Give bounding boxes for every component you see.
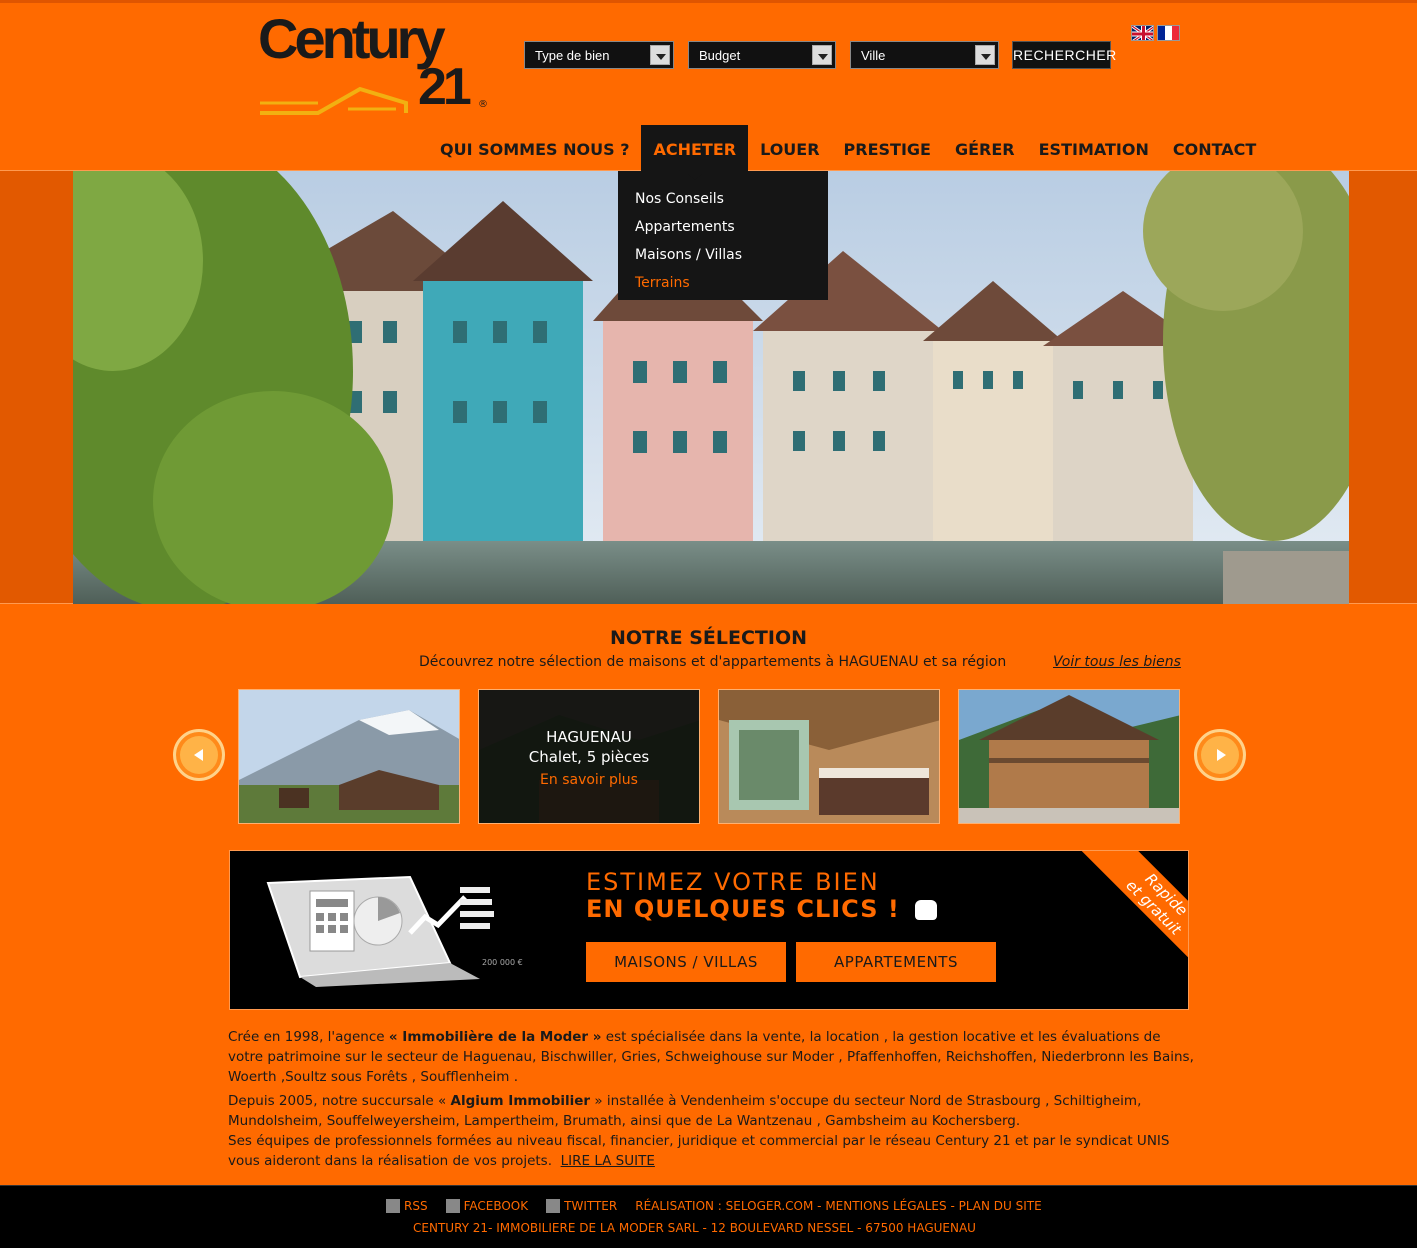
chevron-down-icon [650, 45, 670, 65]
property-photo [959, 690, 1179, 823]
agency-name: « Immobilière de la Moder » [388, 1029, 602, 1045]
chevron-down-icon [812, 45, 832, 65]
budget-select[interactable]: Budget [688, 41, 836, 69]
nav-prestige[interactable]: PRESTIGE [832, 125, 943, 174]
search-button[interactable]: RECHERCHER [1012, 41, 1116, 69]
chevron-down-icon [975, 45, 995, 65]
city-select[interactable]: Ville [850, 41, 999, 69]
footer-address: CENTURY 21- IMMOBILIERE DE LA MODER SARL… [413, 1221, 976, 1235]
budget-value: Budget [699, 48, 741, 63]
property-type-value: Type de bien [535, 48, 610, 63]
registered-mark: ® [478, 99, 488, 110]
selection-subtitle: Découvrez notre sélection de maisons et … [419, 654, 1007, 670]
nav-about[interactable]: QUI SOMMES NOUS ? [428, 125, 641, 174]
footer-links: RSS FACEBOOK TWITTER RÉALISATION : SELOG… [386, 1199, 1042, 1213]
english-flag-icon[interactable] [1131, 25, 1154, 41]
about-paragraph-3: Ses équipes de professionnels formées au… [228, 1131, 1198, 1171]
about-text: Ses équipes de professionnels formées au… [228, 1133, 1170, 1169]
property-city: HAGUENAU [546, 728, 632, 746]
dropdown-item-land[interactable]: Terrains [618, 269, 828, 297]
carousel-next-icon[interactable] [1194, 729, 1246, 781]
dropdown-item-advice[interactable]: Nos Conseils [618, 185, 828, 213]
property-card-featured[interactable]: HAGUENAU Chalet, 5 pièces En savoir plus [478, 689, 700, 824]
property-card[interactable] [238, 689, 460, 824]
nav-rent[interactable]: LOUER [748, 125, 831, 174]
main-navigation: QUI SOMMES NOUS ? ACHETER LOUER PRESTIGE… [428, 125, 1268, 180]
branch-name: Algium Immobilier [450, 1093, 591, 1109]
facebook-link[interactable]: FACEBOOK [464, 1199, 529, 1213]
about-text: Crée en 1998, l'agence [228, 1029, 389, 1045]
learn-more-link[interactable]: En savoir plus [479, 772, 699, 788]
separator: - [946, 1199, 959, 1213]
selection-title: NOTRE SÉLECTION [609, 627, 807, 649]
logo-wordmark: Century [258, 7, 446, 70]
legal-link[interactable]: MENTIONS LÉGALES [825, 1199, 946, 1213]
twitter-link[interactable]: TWITTER [564, 1199, 617, 1213]
sitemap-link[interactable]: PLAN DU SITE [959, 1199, 1042, 1213]
logo-roof-icon [260, 86, 408, 115]
nav-estimation[interactable]: ESTIMATION [1027, 125, 1161, 174]
property-card[interactable] [958, 689, 1180, 824]
facebook-icon [445, 1199, 460, 1213]
view-all-link[interactable]: Voir tous les biens [1053, 654, 1181, 670]
property-card[interactable] [718, 689, 940, 824]
nav-buy[interactable]: ACHETER [641, 125, 749, 180]
about-paragraph-2: Depuis 2005, notre succursale « Algium I… [228, 1091, 1198, 1131]
property-photo [719, 690, 939, 823]
century21-logo[interactable]: Century 21 ® [258, 11, 490, 115]
rss-icon [386, 1199, 400, 1213]
estimate-banner: 200 000 € ESTIMEZ VOTRE BIEN EN QUELQUES… [229, 850, 1189, 1010]
logo-number: 21 [418, 58, 472, 116]
property-overlay: HAGUENAU Chalet, 5 pièces En savoir plus [479, 690, 699, 823]
property-photo [239, 690, 459, 823]
fast-free-ribbon: Rapide et gratuit [1068, 851, 1188, 993]
rss-link[interactable]: RSS [404, 1199, 428, 1213]
property-type-select[interactable]: Type de bien [524, 41, 674, 69]
about-paragraph-1: Crée en 1998, l'agence « Immobilière de … [228, 1027, 1198, 1087]
site-header: Century 21 ® Type de bien Budget Ville R… [0, 0, 1417, 180]
nav-contact[interactable]: CONTACT [1161, 125, 1268, 174]
about-section: Crée en 1998, l'agence « Immobilière de … [228, 1027, 1198, 1175]
property-type: Chalet, 5 pièces [528, 748, 650, 766]
dropdown-item-apartments[interactable]: Appartements [618, 213, 828, 241]
site-footer: RSS FACEBOOK TWITTER RÉALISATION : SELOG… [0, 1185, 1417, 1248]
ribbon-wrapper: Rapide et gratuit [230, 851, 1188, 1009]
french-flag-icon[interactable] [1157, 25, 1180, 41]
read-more-link[interactable]: LIRE LA SUITE [561, 1153, 655, 1169]
dropdown-item-houses[interactable]: Maisons / Villas [618, 241, 828, 269]
buy-dropdown-menu: Nos Conseils Appartements Maisons / Vill… [618, 171, 828, 300]
separator: - [813, 1199, 826, 1213]
city-value: Ville [861, 48, 886, 63]
nav-manage[interactable]: GÉRER [943, 125, 1027, 174]
carousel-prev-icon[interactable] [173, 729, 225, 781]
realisation-link[interactable]: RÉALISATION : SELOGER.COM [635, 1199, 813, 1213]
about-text: Depuis 2005, notre succursale « [228, 1093, 451, 1109]
twitter-icon [546, 1199, 561, 1213]
